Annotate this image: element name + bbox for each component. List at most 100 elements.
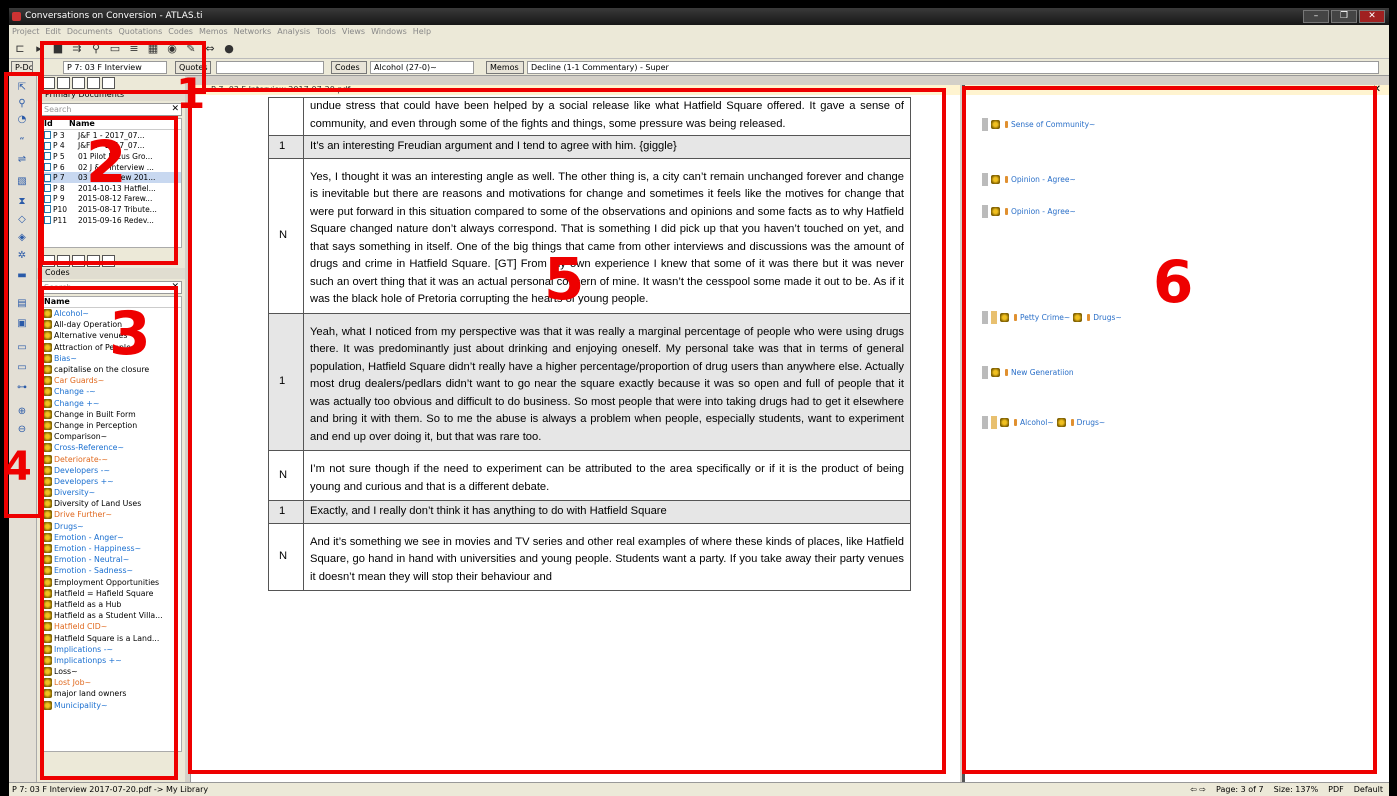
folder-icon[interactable]: ▭ [108, 42, 122, 56]
code-row[interactable]: Municipality~ [41, 700, 181, 711]
code-row[interactable]: Emotion - Anger~ [41, 532, 181, 543]
code-row[interactable]: Change +~ [41, 398, 181, 409]
menu-networks[interactable]: Networks [234, 25, 272, 39]
settings-icon[interactable]: ✲ [15, 250, 29, 262]
pd-view-list-icon[interactable] [42, 77, 55, 89]
menu-edit[interactable]: Edit [45, 25, 61, 39]
code-row[interactable]: Hatfield Square is a Land... [41, 632, 181, 643]
code-row[interactable]: Hatfield = Hafield Square [41, 588, 181, 599]
margin-code-entry[interactable]: Opinion - Agree~ [982, 205, 1076, 218]
margin-close-icon[interactable]: ✕ [1373, 84, 1381, 95]
menu-tools[interactable]: Tools [316, 25, 336, 39]
pd-view-family-icon[interactable] [87, 77, 100, 89]
quote-mark-icon[interactable]: “ [15, 136, 29, 148]
pdoc-selector[interactable]: P 7: 03 F Interview [63, 61, 167, 74]
search-icon[interactable]: ⚲ [15, 98, 29, 110]
code-row[interactable]: Implicationps +~ [41, 655, 181, 666]
menu-documents[interactable]: Documents [67, 25, 113, 39]
utterance-text[interactable]: undue stress that could have been helped… [303, 97, 911, 136]
network-icon[interactable]: ◉ [165, 42, 179, 56]
memo-selector[interactable]: Decline (1-1 Commentary) - Super [527, 61, 1379, 74]
pdocs-button[interactable]: P-Docs [11, 61, 33, 74]
utterance-text[interactable]: Exactly, and I really don’t think it has… [303, 500, 911, 524]
zoom-out-icon[interactable]: ⊖ [15, 424, 29, 436]
margin-code-entry[interactable]: Petty Crime~ Drugs~ [982, 311, 1122, 324]
code-row[interactable]: Loss~ [41, 666, 181, 677]
code-row[interactable]: Deteriorate-~ [41, 453, 181, 464]
margin-code-label[interactable]: Sense of Community~ [1011, 120, 1095, 129]
menu-quotations[interactable]: Quotations [119, 25, 163, 39]
maximize-button[interactable]: ❐ [1331, 10, 1357, 23]
margin-code-entry[interactable]: Sense of Community~ [982, 118, 1095, 131]
code-view-family-icon[interactable] [87, 255, 100, 267]
code-row[interactable]: Hatfield as a Student Villa... [41, 610, 181, 621]
binoculars-icon[interactable]: ⚲ [89, 42, 103, 56]
margin-code-label[interactable]: Alcohol~ [1020, 418, 1054, 427]
pd-view-tree-icon[interactable] [57, 77, 70, 89]
codes-button[interactable]: Codes [331, 61, 367, 74]
margin-code-entry[interactable]: Opinion - Agree~ [982, 173, 1076, 186]
pd-row[interactable]: P10 2015-08-17 Tribute... [41, 204, 181, 215]
utterance-text[interactable]: I’m not sure though if the need to exper… [303, 450, 911, 501]
filter-icon[interactable]: ⧗ [15, 196, 29, 208]
utterance-text[interactable]: And it’s something we see in movies and … [303, 522, 911, 591]
clear-codes-search-icon[interactable]: ✕ [171, 282, 179, 293]
code-row[interactable]: Comparison~ [41, 431, 181, 442]
code-row[interactable]: Change in Perception [41, 420, 181, 431]
margin-code-label[interactable]: Opinion - Agree~ [1011, 207, 1076, 216]
hierarchy-icon[interactable]: ⊶ [15, 382, 29, 394]
pd-row[interactable]: P11 2015-09-16 Redev... [41, 215, 181, 226]
import-icon[interactable]: ⇉ [70, 42, 84, 56]
menu-windows[interactable]: Windows [371, 25, 407, 39]
line-numbers-icon[interactable]: ▤ [15, 298, 29, 310]
code-row[interactable]: Diversity~ [41, 487, 181, 498]
navigate-icon[interactable]: ⇔ [203, 42, 217, 56]
code-view-tree-icon[interactable] [57, 255, 70, 267]
codes-search-input[interactable]: Search ✕ [40, 281, 182, 294]
query-icon[interactable]: ≡ [127, 42, 141, 56]
code-row[interactable]: Car Guards~ [41, 375, 181, 386]
code-row[interactable]: Diversity of Land Uses [41, 498, 181, 509]
export-icon[interactable]: ▭ [15, 342, 29, 354]
document-tab[interactable]: P 7: 03 F Interview 2017-07-20.pdf [191, 85, 960, 95]
code-row[interactable]: Lost Job~ [41, 677, 181, 688]
code-row[interactable]: Hatfield CID~ [41, 621, 181, 632]
print-icon[interactable]: ▭ [15, 362, 29, 374]
code-row[interactable]: Emotion - Sadness~ [41, 565, 181, 576]
page-icon[interactable]: ▣ [15, 318, 29, 330]
quote-selector[interactable] [216, 61, 324, 74]
close-button[interactable]: ✕ [1359, 10, 1385, 23]
brush-icon[interactable]: ✎ [184, 42, 198, 56]
utterance-text[interactable]: Yes, I thought it was an interesting ang… [303, 157, 911, 314]
code-row[interactable]: Employment Opportunities [41, 577, 181, 588]
margin-code-label[interactable]: New Generatiion [1011, 368, 1074, 377]
code-view-filter-icon[interactable] [102, 255, 115, 267]
zoom-in-icon[interactable]: ⊕ [15, 406, 29, 418]
margin-code-label[interactable]: Drugs~ [1093, 313, 1122, 322]
code-row[interactable]: Developers +~ [41, 476, 181, 487]
bomb-icon[interactable]: ● [222, 42, 236, 56]
menu-analysis[interactable]: Analysis [277, 25, 310, 39]
pd-search-input[interactable]: Search ✕ [40, 103, 182, 116]
pd-view-filter-icon[interactable] [102, 77, 115, 89]
code-row[interactable]: Emotion - Happiness~ [41, 543, 181, 554]
memos-button[interactable]: Memos [486, 61, 524, 74]
table-icon[interactable]: ▦ [146, 42, 160, 56]
code-row[interactable]: Cross-Reference~ [41, 442, 181, 453]
code-view-list-icon[interactable] [42, 255, 55, 267]
new-project-icon[interactable]: ⊏ [13, 42, 27, 56]
margin-code-label[interactable]: Opinion - Agree~ [1011, 175, 1076, 184]
code-row[interactable]: Change in Built Form [41, 409, 181, 420]
menu-help[interactable]: Help [413, 25, 431, 39]
menu-codes[interactable]: Codes [168, 25, 193, 39]
code-row[interactable]: Hatfield as a Hub [41, 599, 181, 610]
page-nav-icon[interactable]: ⇦ ⇨ [1190, 783, 1206, 796]
code-row[interactable]: Change -~ [41, 386, 181, 397]
memo-icon[interactable]: ▬ [15, 270, 29, 282]
pd-view-table-icon[interactable] [72, 77, 85, 89]
menu-views[interactable]: Views [342, 25, 365, 39]
margin-code-entry[interactable]: New Generatiion [982, 366, 1074, 379]
save-icon[interactable]: ■ [51, 42, 65, 56]
code-selector[interactable]: Alcohol (27-0)~ [370, 61, 474, 74]
margin-code-label[interactable]: Petty Crime~ [1020, 313, 1070, 322]
